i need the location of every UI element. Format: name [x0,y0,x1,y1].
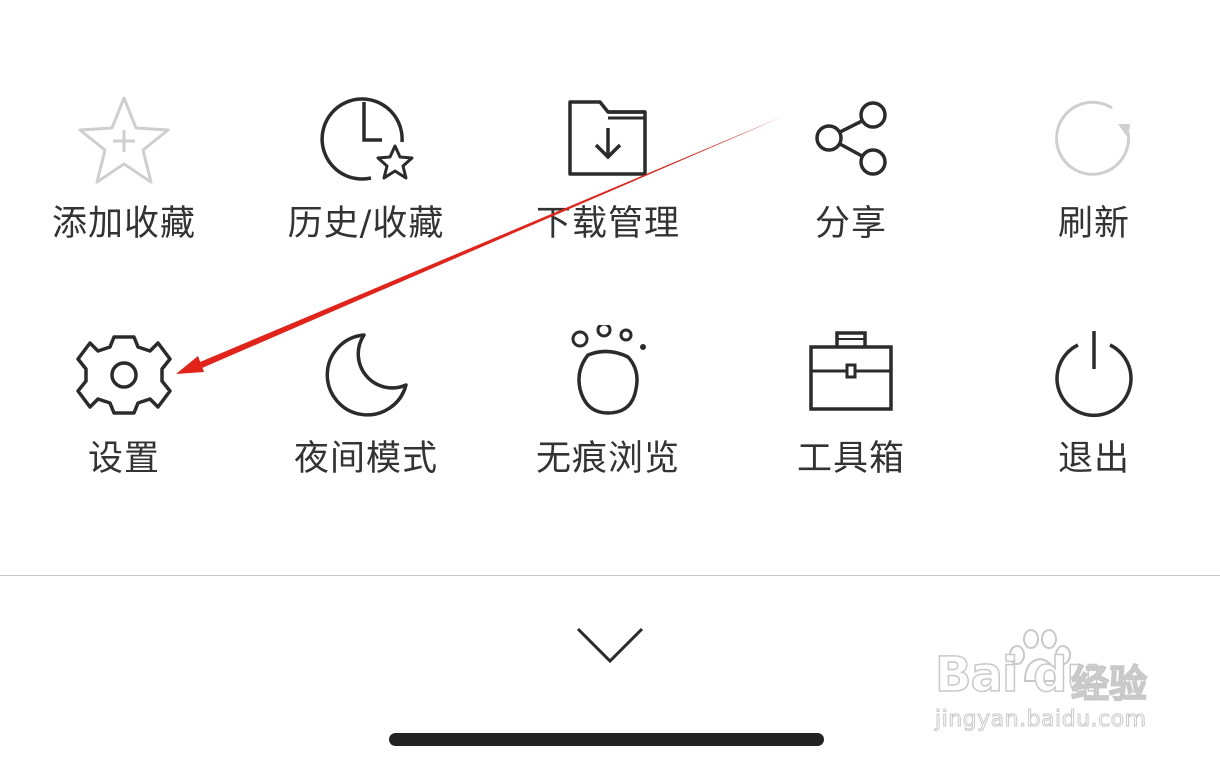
gear-icon [76,335,172,415]
menu-label: 夜间模式 [293,439,438,479]
menu-label: 设置 [87,439,160,479]
home-indicator[interactable] [389,733,824,746]
baidu-jingyan-watermark: Bai du 经验 jingyan.baidu.com [934,625,1165,740]
chevron-down-icon[interactable] [570,615,650,675]
folder-download-icon [568,100,647,176]
menu-label: 无痕浏览 [535,439,680,479]
menu-item-add-favorite[interactable]: 添加收藏 [24,90,224,290]
menu-label: 工具箱 [796,439,905,479]
menu-label: 下载管理 [535,204,680,244]
divider [0,575,1220,576]
menu-item-settings[interactable]: 设置 [24,325,224,525]
moon-icon [325,333,408,417]
star-plus-icon [78,96,170,184]
watermark-cn: 经验 [1070,661,1148,707]
baidu-paw-logo [1009,629,1071,682]
menu-label: 退出 [1057,439,1130,479]
menu-item-refresh[interactable]: 刷新 [994,90,1194,290]
watermark-url: jingyan.baidu.com [935,707,1147,733]
menu-item-history[interactable]: 历史/收藏 [266,90,466,290]
watermark-brand: Bai du [934,646,1101,704]
toolbox-icon [809,331,893,411]
menu-label: 分享 [814,204,887,244]
share-icon [815,101,887,176]
menu-label: 历史/收藏 [287,204,445,244]
menu-item-night-mode[interactable]: 夜间模式 [266,325,466,525]
clock-star-icon [320,97,414,181]
menu-item-downloads[interactable]: 下载管理 [508,90,708,290]
menu-item-share[interactable]: 分享 [751,90,951,290]
refresh-icon [1055,100,1131,176]
paw-icon [571,325,646,415]
menu-label: 添加收藏 [51,204,196,244]
power-icon [1055,331,1133,418]
menu-label: 刷新 [1057,204,1130,244]
menu-item-incognito[interactable]: 无痕浏览 [508,325,708,525]
menu-item-exit[interactable]: 退出 [994,325,1194,525]
menu-item-toolbox[interactable]: 工具箱 [751,325,951,525]
